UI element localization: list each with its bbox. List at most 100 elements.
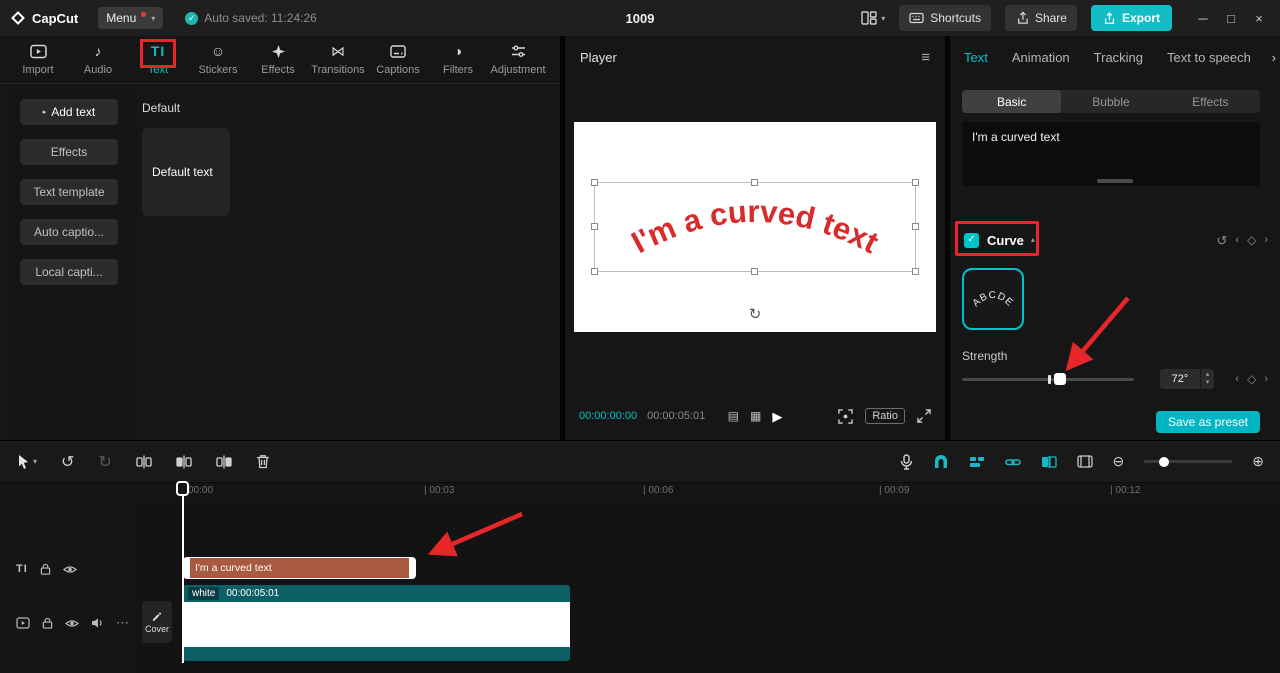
- tab-filters[interactable]: ◑ Filters: [428, 41, 488, 83]
- text-content-input[interactable]: I'm a curved text: [962, 122, 1260, 186]
- close-button[interactable]: ×: [1248, 11, 1270, 26]
- video-clip[interactable]: white 00:00:05:01: [183, 585, 570, 661]
- sidebar-item-local-captions[interactable]: Local capti...: [20, 259, 118, 285]
- stepper-up-icon[interactable]: ▴: [1206, 371, 1210, 379]
- playhead[interactable]: [182, 483, 184, 663]
- minimize-button[interactable]: ─: [1192, 11, 1214, 26]
- selection-handle[interactable]: [912, 268, 919, 275]
- zoom-slider-handle[interactable]: [1159, 457, 1169, 467]
- split-button[interactable]: [136, 455, 152, 469]
- keyframe-next-icon[interactable]: ›: [1264, 235, 1268, 246]
- timeline-lanes[interactable]: Cover I'm a curved text white 00:00:05:0…: [133, 499, 1280, 673]
- selection-handle[interactable]: [591, 179, 598, 186]
- subtab-effects[interactable]: Effects: [1161, 90, 1260, 113]
- tab-inspector-animation[interactable]: Animation: [1012, 50, 1070, 65]
- curve-style-card[interactable]: ABCDE: [962, 268, 1024, 330]
- maximize-button[interactable]: □: [1220, 11, 1242, 26]
- delete-right-button[interactable]: [216, 455, 232, 469]
- undo-button[interactable]: ↺: [61, 452, 74, 472]
- strength-value-input[interactable]: 72°: [1160, 369, 1200, 389]
- tab-captions[interactable]: Captions: [368, 41, 428, 83]
- clip-trim-handle-left[interactable]: [184, 558, 190, 578]
- zoom-out-button[interactable]: ⊖: [1113, 453, 1125, 470]
- clip-trim-handle-right[interactable]: [409, 558, 415, 578]
- curve-checkbox[interactable]: ✓: [964, 233, 979, 248]
- delete-button[interactable]: [256, 454, 270, 469]
- default-text-card[interactable]: Default text: [142, 128, 230, 216]
- reset-icon[interactable]: ↺: [1217, 234, 1228, 247]
- menu-button[interactable]: Menu ▾: [98, 7, 163, 29]
- play-button[interactable]: ▶: [772, 410, 782, 423]
- tab-inspector-tracking[interactable]: Tracking: [1094, 50, 1143, 65]
- tab-text[interactable]: TI Text: [128, 41, 188, 83]
- redo-button[interactable]: ↻: [98, 452, 111, 472]
- selection-box[interactable]: [594, 182, 916, 272]
- sidebar-item-add-text[interactable]: ▸ Add text: [20, 99, 118, 125]
- more-options-icon[interactable]: ⋯: [116, 615, 129, 631]
- selection-handle[interactable]: [751, 179, 758, 186]
- ratio-button[interactable]: Ratio: [865, 408, 905, 424]
- selection-handle[interactable]: [751, 268, 758, 275]
- subtab-basic[interactable]: Basic: [962, 90, 1061, 113]
- export-button[interactable]: Export: [1091, 5, 1172, 31]
- lock-icon[interactable]: [42, 617, 53, 629]
- timeline-ruler[interactable]: 00:00 | 00:03 | 00:06 | 00:09 | 00:12: [133, 483, 1280, 499]
- auto-ripple-button[interactable]: [969, 455, 985, 469]
- preview-axis-button[interactable]: [1041, 455, 1057, 469]
- sidebar-item-text-template[interactable]: Text template: [20, 179, 118, 205]
- selection-handle[interactable]: [591, 268, 598, 275]
- playhead-handle[interactable]: [176, 481, 189, 496]
- shortcuts-button[interactable]: Shortcuts: [899, 5, 991, 31]
- stepper-down-icon[interactable]: ▾: [1206, 379, 1210, 387]
- preview-canvas[interactable]: I'm a curved text ↻: [574, 122, 936, 332]
- tab-inspector-tts[interactable]: Text to speech: [1167, 50, 1251, 65]
- link-clips-button[interactable]: [1005, 455, 1021, 469]
- keyframe-diamond-icon[interactable]: ◇: [1247, 373, 1256, 385]
- tab-inspector-text[interactable]: Text: [964, 50, 988, 65]
- selection-handle[interactable]: [591, 223, 598, 230]
- tab-import[interactable]: Import: [8, 41, 68, 83]
- eye-icon[interactable]: [65, 618, 79, 629]
- save-as-preset-button[interactable]: Save as preset: [1156, 411, 1260, 433]
- strength-slider-handle[interactable]: [1054, 373, 1066, 385]
- speaker-icon[interactable]: [91, 617, 104, 629]
- timeline-zoom-slider[interactable]: [1144, 460, 1232, 463]
- keyframe-prev-icon[interactable]: ‹: [1235, 374, 1239, 385]
- lock-icon[interactable]: [40, 563, 51, 575]
- tab-effects[interactable]: Effects: [248, 41, 308, 83]
- keyframe-prev-icon[interactable]: ‹: [1235, 235, 1239, 246]
- share-button[interactable]: Share: [1005, 5, 1077, 31]
- strength-stepper[interactable]: ▴ ▾: [1200, 369, 1214, 389]
- select-tool-button[interactable]: ▾: [16, 454, 37, 470]
- tab-audio[interactable]: ♪ Audio: [68, 41, 128, 83]
- collapse-icon[interactable]: ▴: [1031, 236, 1035, 244]
- eye-icon[interactable]: [63, 564, 77, 575]
- selection-handle[interactable]: [912, 223, 919, 230]
- delete-left-button[interactable]: [176, 455, 192, 469]
- keyframe-next-icon[interactable]: ›: [1264, 374, 1268, 385]
- focus-icon[interactable]: [838, 409, 853, 424]
- zoom-in-button[interactable]: ⊕: [1252, 453, 1264, 470]
- magnetic-snap-button[interactable]: [933, 455, 949, 469]
- preview-frame-button[interactable]: [1077, 455, 1093, 468]
- sidebar-item-effects[interactable]: Effects: [20, 139, 118, 165]
- selection-handle[interactable]: [912, 179, 919, 186]
- record-voiceover-button[interactable]: [900, 454, 913, 470]
- frame-grid-icon[interactable]: ▦: [750, 410, 761, 422]
- rotate-handle-icon[interactable]: ↻: [749, 307, 762, 322]
- tabs-overflow-icon[interactable]: ›: [1268, 36, 1280, 78]
- keyframe-diamond-icon[interactable]: ◇: [1247, 234, 1256, 246]
- cover-button[interactable]: Cover: [142, 601, 172, 643]
- tab-transitions[interactable]: ⋈ Transitions: [308, 41, 368, 83]
- strength-slider[interactable]: [962, 378, 1134, 381]
- textbox-scrollbar[interactable]: [1097, 179, 1133, 183]
- subtab-bubble[interactable]: Bubble: [1061, 90, 1160, 113]
- frame-view-icon[interactable]: ▤: [728, 410, 739, 422]
- fullscreen-icon[interactable]: [917, 409, 931, 423]
- player-menu-icon[interactable]: ≡: [921, 50, 930, 65]
- tab-adjustment[interactable]: Adjustment: [488, 41, 548, 83]
- text-clip[interactable]: I'm a curved text: [183, 557, 416, 579]
- layout-toggle-button[interactable]: ▾: [861, 11, 885, 25]
- tab-stickers[interactable]: ☺ Stickers: [188, 41, 248, 83]
- sidebar-item-auto-captions[interactable]: Auto captio...: [20, 219, 118, 245]
